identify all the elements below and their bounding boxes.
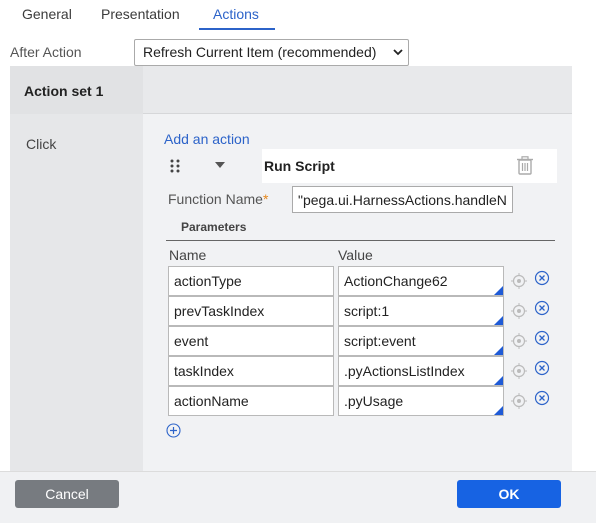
target-icon[interactable] xyxy=(511,363,527,379)
remove-circle-icon[interactable] xyxy=(534,270,550,286)
required-marker: * xyxy=(262,191,269,207)
column-header-value: Value xyxy=(338,247,373,263)
tab-general[interactable]: General xyxy=(22,6,72,30)
tab-actions[interactable]: Actions xyxy=(213,6,259,30)
parameter-name-field[interactable]: actionType xyxy=(168,266,334,296)
expand-corner-icon xyxy=(494,406,503,415)
parameter-name-field[interactable]: prevTaskIndex xyxy=(168,296,334,326)
target-icon[interactable] xyxy=(511,303,527,319)
active-tab-indicator xyxy=(199,28,275,30)
ok-button[interactable]: OK xyxy=(457,480,561,508)
function-name-label: Function Name* xyxy=(168,191,269,207)
function-name-input[interactable]: "pega.ui.HarnessActions.handleN xyxy=(292,186,513,213)
parameter-row: prevTaskIndex script:1 xyxy=(0,296,596,326)
tab-bar: General Presentation Actions xyxy=(0,0,596,32)
remove-circle-icon[interactable] xyxy=(534,300,550,316)
action-name: Run Script xyxy=(264,158,335,174)
expand-corner-icon xyxy=(494,376,503,385)
parameter-value-field[interactable]: ActionChange62 xyxy=(338,266,504,296)
parameter-row: event script:event xyxy=(0,326,596,356)
drag-handle-icon[interactable] xyxy=(169,159,181,173)
chevron-down-icon xyxy=(393,49,403,56)
parameter-value-field[interactable]: script:1 xyxy=(338,296,504,326)
after-action-selected-value: Refresh Current Item (recommended) xyxy=(143,44,377,60)
parameter-name-field[interactable]: actionName xyxy=(168,386,334,416)
target-icon[interactable] xyxy=(511,273,527,289)
expand-corner-icon xyxy=(494,286,503,295)
target-icon[interactable] xyxy=(511,393,527,409)
action-set-title: Action set 1 xyxy=(24,83,104,99)
parameter-value-field[interactable]: script:event xyxy=(338,326,504,356)
parameter-row: taskIndex .pyActionsListIndex xyxy=(0,356,596,386)
column-header-name: Name xyxy=(169,247,207,263)
parameter-name-field[interactable]: taskIndex xyxy=(168,356,334,386)
event-label: Click xyxy=(26,136,57,152)
parameter-value-field[interactable]: .pyUsage xyxy=(338,386,504,416)
expand-corner-icon xyxy=(494,346,503,355)
remove-circle-icon[interactable] xyxy=(534,330,550,346)
expand-corner-icon xyxy=(494,316,503,325)
parameters-divider xyxy=(166,240,555,241)
action-set-header: Action set 1 xyxy=(10,66,572,114)
after-action-select[interactable]: Refresh Current Item (recommended) xyxy=(134,39,409,66)
trash-icon[interactable] xyxy=(516,156,534,175)
parameter-row: actionType ActionChange62 xyxy=(0,266,596,296)
parameter-row: actionName .pyUsage xyxy=(0,386,596,416)
caret-down-icon[interactable] xyxy=(214,160,226,170)
cancel-button[interactable]: Cancel xyxy=(15,480,119,508)
target-icon[interactable] xyxy=(511,333,527,349)
tab-presentation[interactable]: Presentation xyxy=(101,6,180,30)
after-action-label: After Action xyxy=(10,44,82,60)
add-action-link[interactable]: Add an action xyxy=(164,131,250,147)
remove-circle-icon[interactable] xyxy=(534,390,550,406)
remove-circle-icon[interactable] xyxy=(534,360,550,376)
parameters-label: Parameters xyxy=(181,220,247,234)
parameter-name-field[interactable]: event xyxy=(168,326,334,356)
add-parameter-icon[interactable] xyxy=(166,423,181,438)
parameter-value-field[interactable]: .pyActionsListIndex xyxy=(338,356,504,386)
